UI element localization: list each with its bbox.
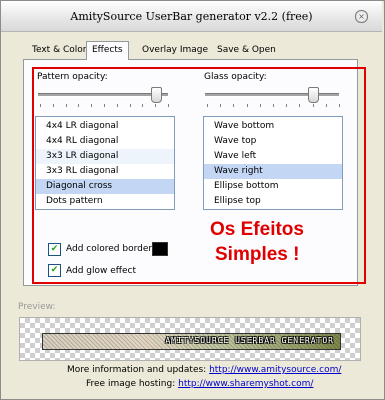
- window-title: AmitySource UserBar generator v2.2 (free…: [70, 10, 313, 23]
- userbar-text: AMITYSOURCE USERBAR GENERATOR: [165, 336, 334, 345]
- close-icon[interactable]: ×: [355, 10, 368, 23]
- title-bar[interactable]: AmitySource UserBar generator v2.2 (free…: [1, 1, 382, 32]
- info-label: More information and updates:: [67, 365, 207, 375]
- highlight-frame: [32, 67, 366, 284]
- tab-save-open[interactable]: Save & Open: [212, 42, 281, 58]
- info-link[interactable]: http://www.amitysource.com/: [209, 365, 341, 375]
- hosting-label: Free image hosting:: [86, 379, 176, 389]
- info-line: More information and updates: http://www…: [67, 365, 341, 375]
- preview-label: Preview:: [18, 302, 56, 312]
- tab-effects[interactable]: Effects: [86, 41, 129, 60]
- tab-overlay-image[interactable]: Overlay Image: [137, 42, 213, 58]
- hosting-link[interactable]: http://www.sharemyshot.com/: [178, 379, 313, 389]
- hosting-line: Free image hosting: http://www.sharemysh…: [86, 379, 313, 389]
- userbar-preview: AMITYSOURCE USERBAR GENERATOR: [42, 333, 341, 350]
